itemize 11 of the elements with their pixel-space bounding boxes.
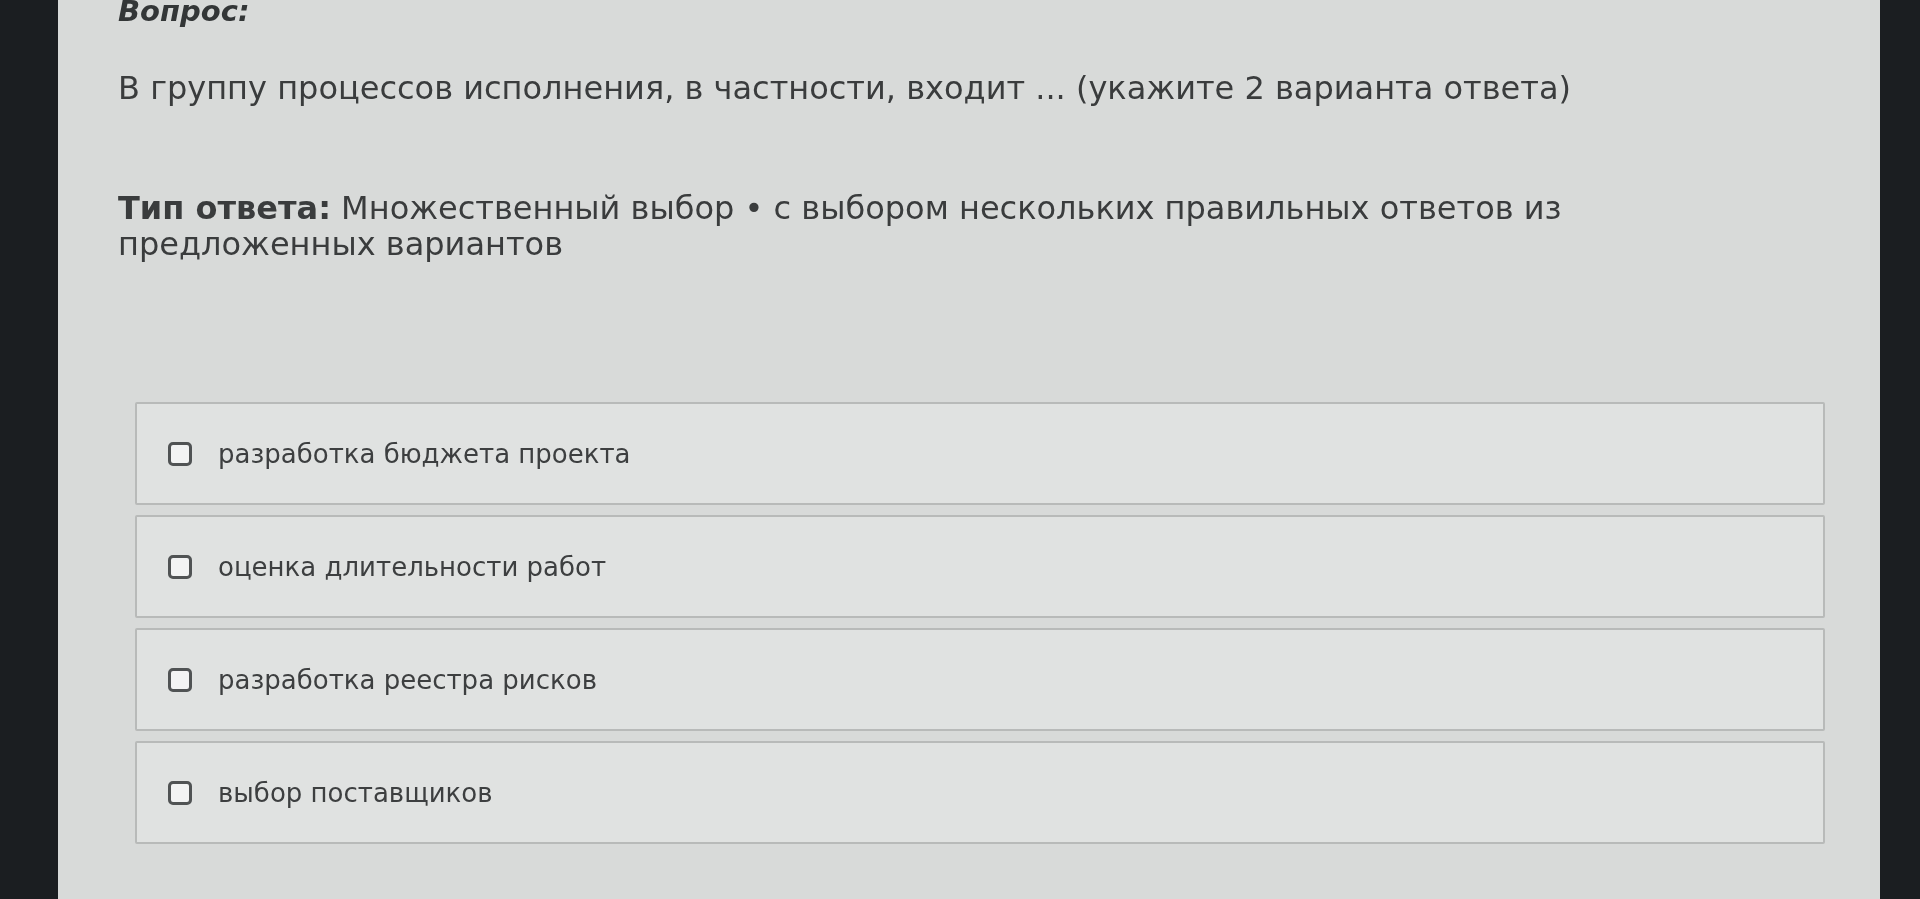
question-text: В группу процессов исполнения, в частности, входит ... (укажите 2 варианта ответа) bbox=[118, 68, 1571, 108]
answer-option[interactable]: выбор поставщиков bbox=[135, 741, 1825, 844]
checkbox[interactable] bbox=[168, 554, 192, 579]
answer-option[interactable]: разработка реестра рисков bbox=[135, 628, 1825, 731]
answer-option[interactable]: разработка бюджета проекта bbox=[135, 402, 1825, 505]
question-heading: Вопрос: bbox=[118, 0, 250, 26]
checkbox[interactable] bbox=[168, 780, 192, 805]
checkbox[interactable] bbox=[168, 667, 192, 692]
checkbox[interactable] bbox=[168, 441, 192, 466]
answer-option[interactable]: оценка длительности работ bbox=[135, 515, 1825, 618]
answer-type-text: Тип ответа: Множественный выбор • с выбором нескольких правильных ответов из предложенных вариантов bbox=[118, 190, 1563, 262]
